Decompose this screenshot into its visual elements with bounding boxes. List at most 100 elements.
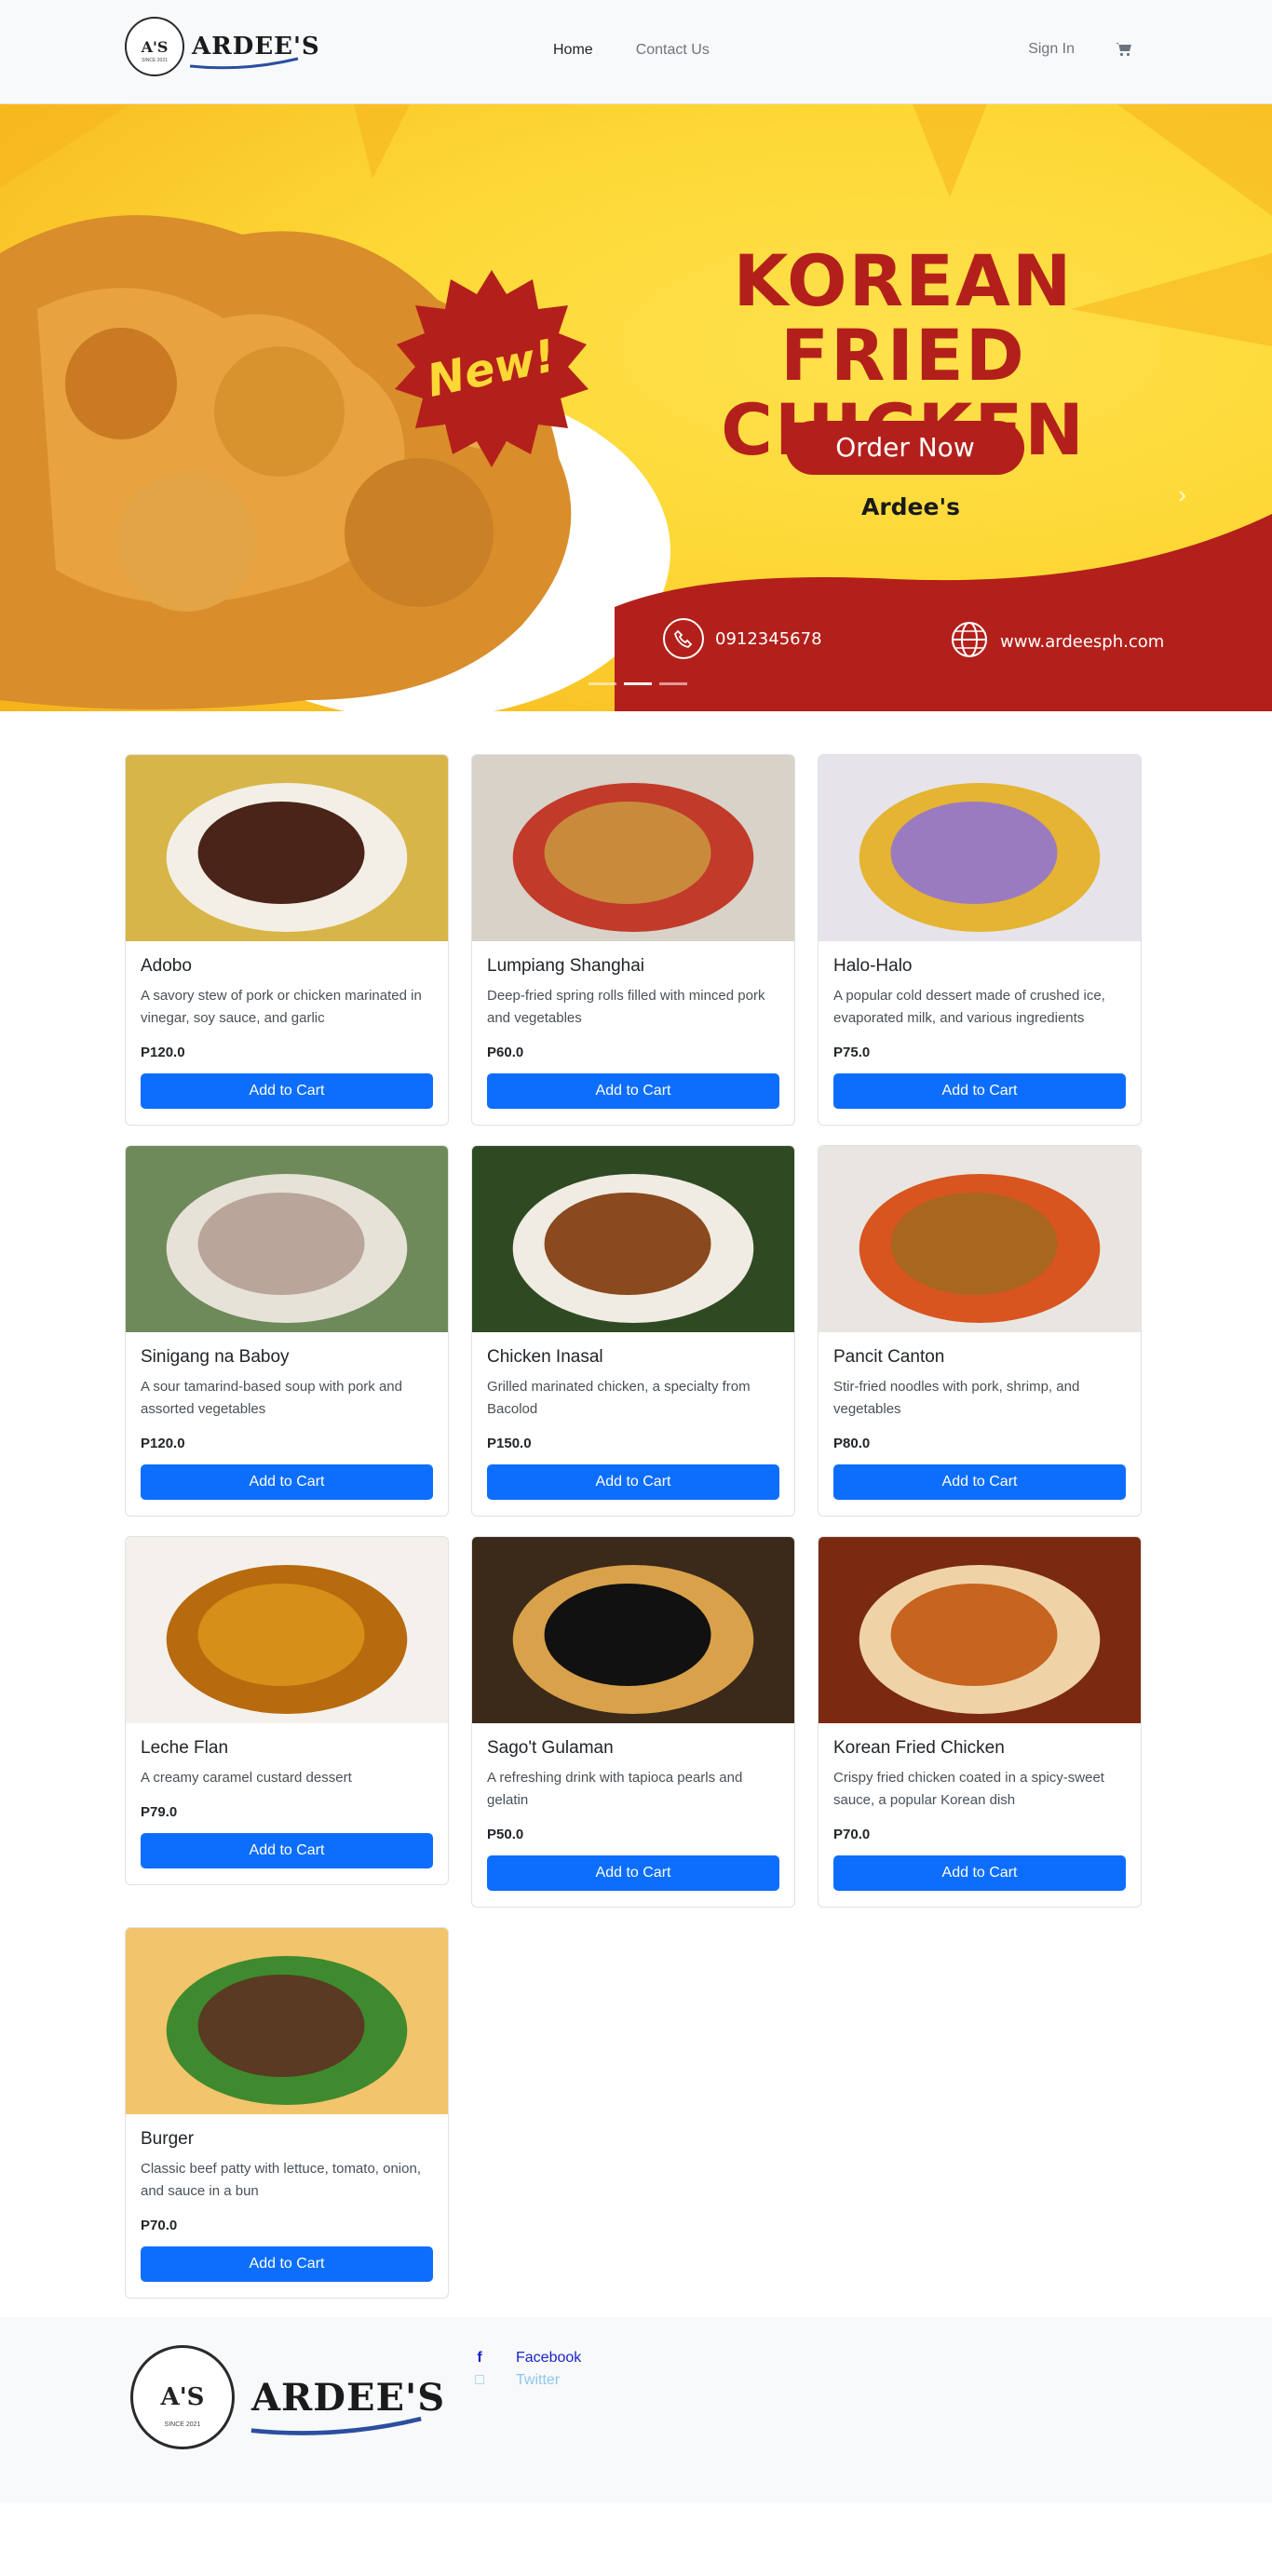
footer-logo: A'S SINCE 2021 ARDEE'S <box>130 2345 445 2449</box>
item-description: Deep-fried spring rolls filled with minc… <box>487 988 765 1026</box>
item-description: A creamy caramel custard dessert <box>141 1770 352 1786</box>
add-to-cart-button[interactable]: Add to Cart <box>833 1073 1126 1109</box>
add-to-cart-button[interactable]: Add to Cart <box>141 1833 433 1868</box>
menu-card: Chicken Inasal Grilled marinated chicken,… <box>471 1145 795 1517</box>
menu-card: Adobo A savory stew of pork or chicken ma… <box>125 754 449 1126</box>
logo-mark: A'S <box>141 37 169 56</box>
website-url: www.ardeesph.com <box>1000 632 1165 652</box>
footer-logo-since: SINCE 2021 <box>164 2421 201 2428</box>
hero-brand: Ardee's <box>860 493 961 520</box>
navbar: A'S SINCE 2021 ARDEE'S Home Contact Us S… <box>0 0 1272 104</box>
item-name: Lumpiang Shanghai <box>487 956 645 976</box>
add-to-cart-button[interactable]: Add to Cart <box>141 2246 433 2282</box>
twitter-icon: □ <box>475 2372 484 2388</box>
item-price: P70.0 <box>833 1827 871 1842</box>
item-name: Pancit Canton <box>833 1347 945 1367</box>
order-now-button[interactable]: Order Now <box>786 421 1024 475</box>
item-name: Sago't Gulaman <box>487 1738 614 1758</box>
food-image <box>819 755 1141 941</box>
card-body: Burger Classic beef patty with lettuce, t… <box>126 2114 448 2298</box>
carousel-indicator-1[interactable] <box>589 682 616 685</box>
item-price: P120.0 <box>141 1436 185 1451</box>
phone-icon <box>663 618 704 659</box>
item-description: Stir-fried noodles with pork, shrimp, an… <box>833 1379 1080 1417</box>
hero-carousel[interactable]: New! KOREAN FRIED CHICKEN Order Now Arde… <box>0 104 1272 711</box>
logo-since: SINCE 2021 <box>142 58 168 63</box>
item-price: P75.0 <box>833 1045 871 1060</box>
menu-card: Halo-Halo A popular cold dessert made of … <box>818 754 1142 1126</box>
add-to-cart-button[interactable]: Add to Cart <box>833 1464 1126 1500</box>
food-image <box>472 755 794 941</box>
food-image <box>126 755 448 941</box>
hero-phone: 0912345678 <box>663 618 822 659</box>
footer-logo-wordmark: ARDEE'S <box>250 2375 446 2435</box>
item-price: P60.0 <box>487 1045 524 1060</box>
item-name: Chicken Inasal <box>487 1347 603 1367</box>
facebook-link[interactable]: f Facebook <box>473 2347 581 2369</box>
cart-icon[interactable] <box>1116 42 1132 57</box>
add-to-cart-button[interactable]: Add to Cart <box>487 1073 779 1109</box>
footer-logo-wordmark-text: ARDEE'S <box>251 2375 446 2420</box>
carousel-indicator-2[interactable] <box>624 682 652 685</box>
menu-card: Leche Flan A creamy caramel custard desse… <box>125 1536 449 1885</box>
add-to-cart-button[interactable]: Add to Cart <box>487 1464 779 1500</box>
item-description: Classic beef patty with lettuce, tomato,… <box>141 2161 421 2199</box>
item-price: P80.0 <box>833 1436 871 1451</box>
item-description: Grilled marinated chicken, a specialty f… <box>487 1379 751 1417</box>
item-description: A refreshing drink with tapioca pearls a… <box>487 1770 743 1808</box>
add-to-cart-button[interactable]: Add to Cart <box>141 1464 433 1500</box>
food-image <box>472 1146 794 1332</box>
logo-wordmark: ARDEE'S <box>189 33 320 70</box>
twitter-link[interactable]: □ Twitter <box>473 2369 581 2392</box>
item-name: Leche Flan <box>141 1738 229 1758</box>
card-body: Pancit Canton Stir-fried noodles with por… <box>819 1332 1141 1516</box>
carousel-next-icon[interactable]: › <box>1178 480 1186 509</box>
footer: A'S SINCE 2021 ARDEE'S f Facebook □ Twit… <box>0 2317 1272 2503</box>
card-body: Sago't Gulaman A refreshing drink with ta… <box>472 1723 794 1907</box>
item-name: Korean Fried Chicken <box>833 1738 1005 1758</box>
footer-logo-emblem: A'S SINCE 2021 <box>130 2345 235 2449</box>
card-body: Lumpiang Shanghai Deep-fried spring rolls… <box>472 941 794 1125</box>
nav-links: Home Contact Us <box>553 42 710 59</box>
food-image <box>126 1537 448 1723</box>
footer-swoosh-decoration <box>250 2416 422 2435</box>
card-body: Korean Fried Chicken Crispy fried chicken… <box>819 1723 1141 1907</box>
carousel-indicators <box>589 682 687 685</box>
card-body: Chicken Inasal Grilled marinated chicken,… <box>472 1332 794 1516</box>
add-to-cart-button[interactable]: Add to Cart <box>487 1855 779 1891</box>
food-image <box>819 1537 1141 1723</box>
item-price: P120.0 <box>141 1045 185 1060</box>
item-description: Crispy fried chicken coated in a spicy-s… <box>833 1770 1104 1808</box>
item-price: P70.0 <box>141 2218 178 2233</box>
sign-in-link[interactable]: Sign In <box>1028 41 1075 58</box>
card-body: Sinigang na Baboy A sour tamarind-based s… <box>126 1332 448 1516</box>
item-name: Halo-Halo <box>833 956 913 976</box>
item-description: A savory stew of pork or chicken marinat… <box>141 988 422 1026</box>
item-price: P79.0 <box>141 1804 178 1820</box>
item-description: A popular cold dessert made of crushed i… <box>833 988 1105 1026</box>
nav-home[interactable]: Home <box>553 42 593 59</box>
nav-contact-us[interactable]: Contact Us <box>636 42 710 59</box>
menu-grid: Adobo A savory stew of pork or chicken ma… <box>125 711 1147 2299</box>
phone-number: 0912345678 <box>715 628 822 649</box>
hero-website: www.ardeesph.com <box>950 620 1164 664</box>
menu-card: Korean Fried Chicken Crispy fried chicken… <box>818 1536 1142 1908</box>
menu-card: Pancit Canton Stir-fried noodles with por… <box>818 1145 1142 1517</box>
menu-card: Sago't Gulaman A refreshing drink with ta… <box>471 1536 795 1908</box>
food-image <box>126 1928 448 2114</box>
new-badge: New! <box>395 270 589 467</box>
logo-emblem: A'S SINCE 2021 <box>125 17 184 76</box>
card-body: Halo-Halo A popular cold dessert made of … <box>819 941 1141 1125</box>
carousel-indicator-3[interactable] <box>659 682 687 685</box>
add-to-cart-button[interactable]: Add to Cart <box>141 1073 433 1109</box>
menu-card: Lumpiang Shanghai Deep-fried spring rolls… <box>471 754 795 1126</box>
footer-logo-mark: A'S <box>160 2383 205 2411</box>
item-description: A sour tamarind-based soup with pork and… <box>141 1379 402 1417</box>
add-to-cart-button[interactable]: Add to Cart <box>833 1855 1126 1891</box>
item-name: Adobo <box>141 956 192 976</box>
brand-logo[interactable]: A'S SINCE 2021 ARDEE'S <box>125 17 320 76</box>
item-price: P150.0 <box>487 1436 532 1451</box>
menu-card: Burger Classic beef patty with lettuce, t… <box>125 1927 449 2299</box>
facebook-label: Facebook <box>516 2350 582 2366</box>
nav-right: Sign In <box>1028 41 1132 58</box>
